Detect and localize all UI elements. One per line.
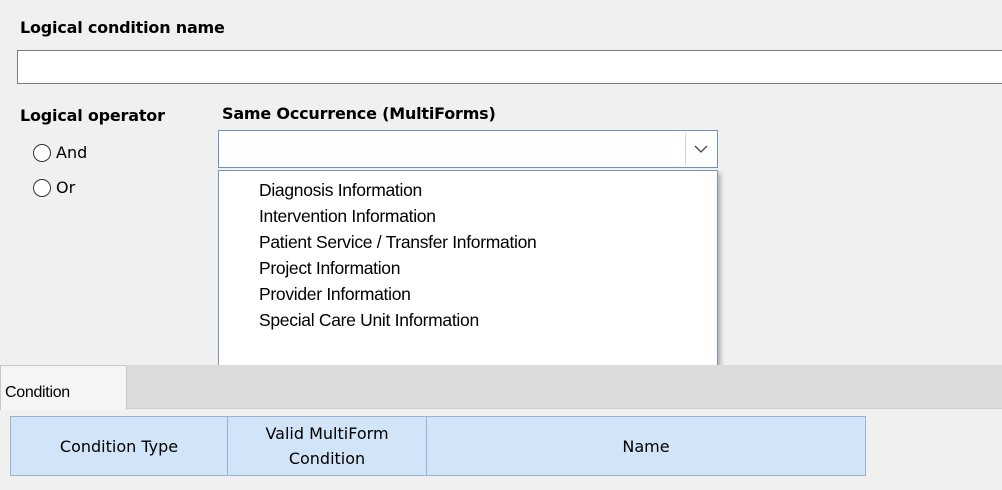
radio-and-label: And: [56, 143, 88, 162]
radio-or[interactable]: Or: [33, 178, 75, 197]
tab-condition[interactable]: Condition: [0, 365, 127, 410]
logical-operator-label: Logical operator: [20, 106, 165, 125]
dropdown-option[interactable]: Project Information: [219, 255, 717, 281]
column-header-name[interactable]: Name: [427, 416, 866, 476]
radio-or-circle[interactable]: [33, 178, 51, 197]
tab-strip: [0, 365, 1002, 409]
column-header-valid-multiform-condition[interactable]: Valid MultiForm Condition: [228, 416, 427, 476]
condition-name-label: Logical condition name: [20, 18, 225, 37]
dropdown-option[interactable]: Diagnosis Information: [219, 177, 717, 203]
column-header-condition-type[interactable]: Condition Type: [10, 416, 228, 476]
condition-name-input[interactable]: [17, 50, 1002, 84]
same-occurrence-combobox[interactable]: [218, 130, 718, 168]
radio-and[interactable]: And: [33, 143, 87, 162]
dropdown-option[interactable]: Intervention Information: [219, 203, 717, 229]
radio-or-label: Or: [56, 178, 76, 197]
same-occurrence-label: Same Occurrence (MultiForms): [222, 104, 496, 123]
chevron-down-icon: [694, 145, 707, 153]
radio-and-circle[interactable]: [33, 143, 51, 162]
dropdown-option[interactable]: Patient Service / Transfer Information: [219, 229, 717, 255]
grid-header: Condition Type Valid MultiForm Condition…: [10, 416, 866, 476]
combo-dropdown-list: Diagnosis Information Intervention Infor…: [218, 170, 718, 366]
combo-dropdown-button[interactable]: [685, 133, 715, 165]
dropdown-option[interactable]: Provider Information: [219, 281, 717, 307]
dropdown-option[interactable]: Special Care Unit Information: [219, 307, 717, 333]
